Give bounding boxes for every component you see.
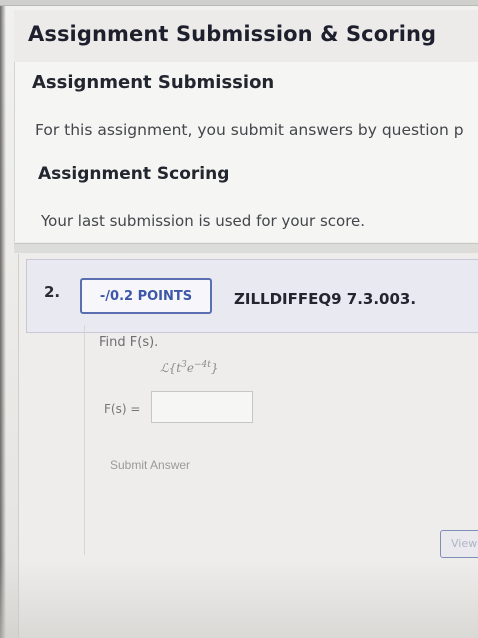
scoring-text: Your last submission is used for your sc…: [41, 212, 366, 230]
submit-answer-button[interactable]: Submit Answer: [110, 458, 190, 472]
expression-suffix: }: [210, 361, 219, 375]
question-number: 2.: [44, 283, 61, 301]
view-button[interactable]: View: [440, 530, 478, 558]
laplace-expression: ℒ{t3e−4t}: [160, 360, 218, 375]
question-prompt: Find F(s).: [99, 335, 159, 350]
expression-prefix: ℒ{t: [160, 361, 182, 375]
answer-label: F(s) =: [104, 402, 141, 416]
expression-exponent-2: −4t: [193, 360, 211, 370]
section-divider: [14, 243, 478, 253]
page-title: Assignment Submission & Scoring: [28, 22, 437, 46]
question-body-rule: [84, 325, 85, 555]
points-button[interactable]: -/0.2 POINTS: [80, 278, 212, 314]
submission-heading: Assignment Submission: [32, 72, 275, 93]
answer-input[interactable]: [151, 391, 253, 423]
top-rule: [0, 0, 478, 6]
scoring-heading: Assignment Scoring: [38, 164, 230, 184]
expression-base-e: e: [186, 361, 194, 375]
screen-edge-shadow: [0, 0, 6, 638]
submission-text: For this assignment, you submit answers …: [35, 121, 464, 139]
question-code: ZILLDIFFEQ9 7.3.003.: [234, 290, 417, 308]
